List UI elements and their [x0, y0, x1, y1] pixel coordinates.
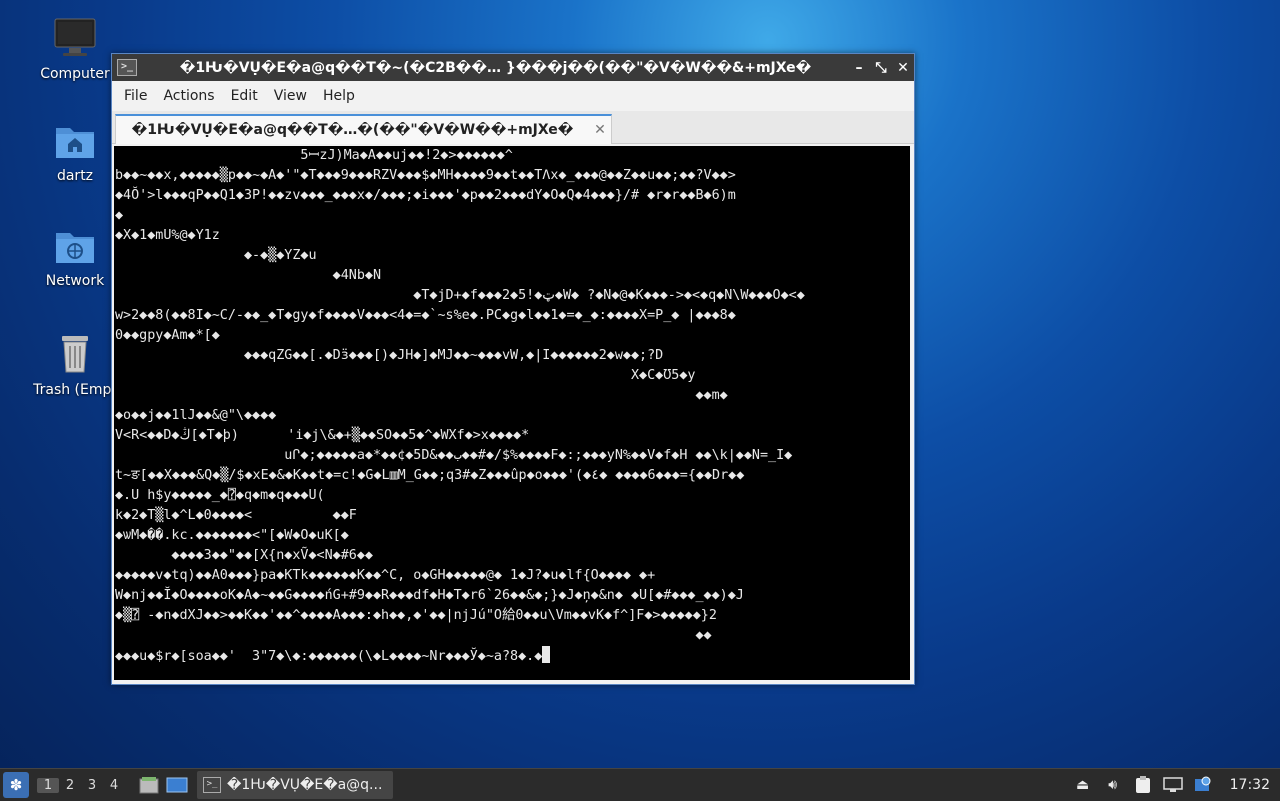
- menu-edit[interactable]: Edit: [223, 88, 266, 104]
- terminal-output[interactable]: 5ꟷzJ)Ma◆A◆◆uj◆◆!2◆>◆◆◆◆◆◆^ b◆◆~◆◆x,◆◆◆◆◆…: [114, 146, 910, 680]
- task-label: �1Ƕ�VỤ�E�a@q...: [227, 777, 383, 793]
- monitor-icon: [30, 18, 120, 62]
- terminal-line: ◆T◆jD+◆f◆◆◆2◆5!◆ټ◆W◆ ?◆N◆@◆K◆◆◆->◆<◆q◆N\…: [115, 288, 805, 303]
- minimize-button[interactable]: –: [848, 60, 870, 76]
- workspace-3[interactable]: 3: [81, 778, 103, 793]
- terminal-tab[interactable]: �1Ƕ�VỤ�E�a@q��T�…�(��"�V�W��+mЈXe� ✕: [115, 114, 612, 144]
- tab-title: �1Ƕ�VỤ�E�a@q��T�…�(��"�V�W��+mЈXe�: [131, 122, 574, 138]
- update-notifier-icon[interactable]: [1191, 774, 1215, 796]
- tab-close-button[interactable]: ✕: [589, 122, 611, 138]
- desktop-icon-home[interactable]: dartz: [30, 122, 120, 184]
- terminal-line: ◆: [115, 208, 124, 223]
- terminal-line: W◆nj◆◆Ĭ◆O◆◆◆◆oK◆A◆~◆◆G◆◆◆◆ńG+#9◆◆R◆◆◆df◆…: [115, 588, 744, 603]
- workspace-1[interactable]: 1: [37, 777, 59, 793]
- terminal-line: b◆◆~◆◆x,◆◆◆◆◆▒p◆◆~◆A◆'"◆T◆◆◆9◆◆◆RZV◆◆◆$◆…: [115, 168, 736, 183]
- network-folder-icon: [30, 227, 120, 269]
- clock[interactable]: 17:32: [1230, 777, 1270, 793]
- menu-actions[interactable]: Actions: [155, 88, 222, 104]
- terminal-line: V<R<◆◆D◆ڭ[◆T◆þ) 'i◆j\&◆+▒◆◆SO◆◆5◆^◆WXf◆>…: [115, 428, 530, 443]
- eject-icon[interactable]: ⏏: [1071, 774, 1095, 796]
- terminal-line: ◆-◆▒◆YZ◆u: [115, 248, 317, 263]
- app-menu-icon: ✽: [9, 776, 23, 794]
- desktop-icon-computer[interactable]: Computer: [30, 18, 120, 82]
- terminal-line: ◆X◆1◆mU%@◆Y1z: [115, 228, 220, 243]
- terminal-line: k◆2◆T▒l◆^L◆0◆◆◆◆< ◆◆F: [115, 508, 357, 523]
- terminal-line: t~ङ[◆◆X◆◆◆&Q◆▒/$◆xE◆&◆K◆◆t◆=c!◆G◆L▥M_G◆◆…: [115, 468, 745, 483]
- app-menu-button[interactable]: ✽: [3, 772, 29, 798]
- terminal-prompt-line: ◆◆◆u◆$r◆[soa◆◆' 3"7◆\◆:◆◆◆◆◆◆(\◆L◆◆◆◆~Nr…: [114, 646, 910, 667]
- desktop-icon-label: Trash (Empt: [33, 382, 117, 398]
- desktop-icon-trash[interactable]: Trash (Empt: [30, 332, 120, 398]
- volume-icon[interactable]: 🔊︎: [1101, 774, 1125, 796]
- tab-bar: �1Ƕ�VỤ�E�a@q��T�…�(��"�V�W��+mЈXe� ✕: [112, 111, 914, 144]
- desktop-icon-network[interactable]: Network: [30, 227, 120, 289]
- window-title: �1Ƕ�VỤ�E�a@q��T�~(�C2B��… }���j��(��"�V�…: [179, 59, 812, 76]
- terminal-line-text: ◆◆◆u◆$r◆[soa◆◆' 3"7◆\◆:◆◆◆◆◆◆(\◆L◆◆◆◆~Nr…: [115, 649, 543, 664]
- terminal-line: ◆▒⍰ -◆n◆dXJ◆◆>◆◆K◆◆'◆◆^◆◆◆◆A◆◆◆:◆h◆◆,◆'◆…: [115, 608, 717, 623]
- trash-icon: [30, 332, 120, 378]
- terminal-line: 0◆◆gpy◆Am◆*[◆: [115, 328, 220, 343]
- terminal-window: >_ �1Ƕ�VỤ�E�a@q��T�~(�C2B��… }���j��(��"…: [111, 53, 915, 685]
- desktop-icon: [166, 777, 188, 793]
- terminal-cursor: [542, 646, 551, 663]
- window-titlebar[interactable]: >_ �1Ƕ�VỤ�E�a@q��T�~(�C2B��… }���j��(��"…: [112, 54, 914, 81]
- desktop-icon-label: Network: [45, 273, 105, 289]
- terminal-line: X◆C◆Ʊ5◆y: [115, 368, 696, 383]
- maximize-button[interactable]: ⤡: [870, 60, 892, 76]
- menu-help[interactable]: Help: [315, 88, 363, 104]
- terminal-line: ◆◆m◆: [115, 388, 728, 403]
- clipboard-icon[interactable]: [1131, 774, 1155, 796]
- network-status-icon[interactable]: [1161, 774, 1185, 796]
- terminal-line: uՐ◆;◆◆◆◆◆a◆*◆◆¢◆5D&◆◆ب◆◆#◆/$%◆◆◆◆F◆:;◆◆◆…: [115, 448, 793, 463]
- menu-view[interactable]: View: [266, 88, 315, 104]
- show-desktop-button[interactable]: [166, 775, 188, 795]
- workspace-4[interactable]: 4: [103, 778, 125, 793]
- taskbar-task-terminal[interactable]: >_ �1Ƕ�VỤ�E�a@q...: [197, 771, 393, 799]
- desktop-icon-label: Computer: [40, 66, 110, 82]
- terminal-line: ◆◆: [115, 628, 712, 643]
- terminal-line: ◆◆◆◆◆v◆tq)◆◆A0◆◆◆}pa◆KTk◆◆◆◆◆◆K◆◆^C, o◆G…: [115, 568, 656, 583]
- terminal-line: ◆4Ŏ'>l◆◆◆qP◆◆Q1◆3P!◆◆zv◆◆◆_◆◆◆x◆/◆◆◆;◆i◆…: [115, 188, 736, 203]
- taskbar: ✽ 1 2 3 4 >_ �1Ƕ�VỤ�E�a@q... ⏏ 🔊︎ 17:32: [0, 768, 1280, 801]
- close-button[interactable]: ✕: [892, 60, 914, 76]
- terminal-line: ◆ѡM◆��.kc.◆◆◆◆◆◆◆<"[◆W◆O◆uK[◆: [115, 528, 349, 543]
- system-tray: ⏏ 🔊︎ 17:32: [1068, 774, 1280, 796]
- terminal-line: ◆o◆◆j◆◆1lJ◆◆&@"\◆◆◆◆: [115, 408, 277, 423]
- menu-file[interactable]: File: [116, 88, 155, 104]
- menubar: File Actions Edit View Help: [112, 81, 914, 111]
- file-manager-icon: [139, 777, 159, 794]
- terminal-line: w>2◆◆8(◆◆8I◆~C/-◆◆_◆T◆gy◆f◆◆◆◆V◆◆◆<4◆=◆`…: [115, 308, 736, 323]
- terminal-icon: >_: [203, 777, 221, 793]
- terminal-icon: >_: [117, 59, 137, 76]
- terminal-line: ◆4Nb◆N: [115, 268, 382, 283]
- terminal-line: 5ꟷzJ)Ma◆A◆◆uj◆◆!2◆>◆◆◆◆◆◆^: [115, 148, 513, 163]
- terminal-line: ◆◆◆◆3◆◆"◆◆[X{n◆xṼ◆<N◆#6◆◆: [115, 548, 373, 563]
- workspace-2[interactable]: 2: [59, 778, 81, 793]
- desktop-icon-label: dartz: [56, 168, 94, 184]
- terminal-line: ◆.U h$y◆◆◆◆◆_◆⍰◆q◆m◆q◆◆◆U(: [115, 488, 325, 503]
- file-manager-launcher[interactable]: [138, 775, 160, 795]
- home-folder-icon: [30, 122, 120, 164]
- terminal-line: ◆◆◆qZG◆◆[.◆Dӟ◆◆◆[)◆JH◆]◆MJ◆◆~◆◆◆vW,◆|I◆◆…: [115, 348, 664, 363]
